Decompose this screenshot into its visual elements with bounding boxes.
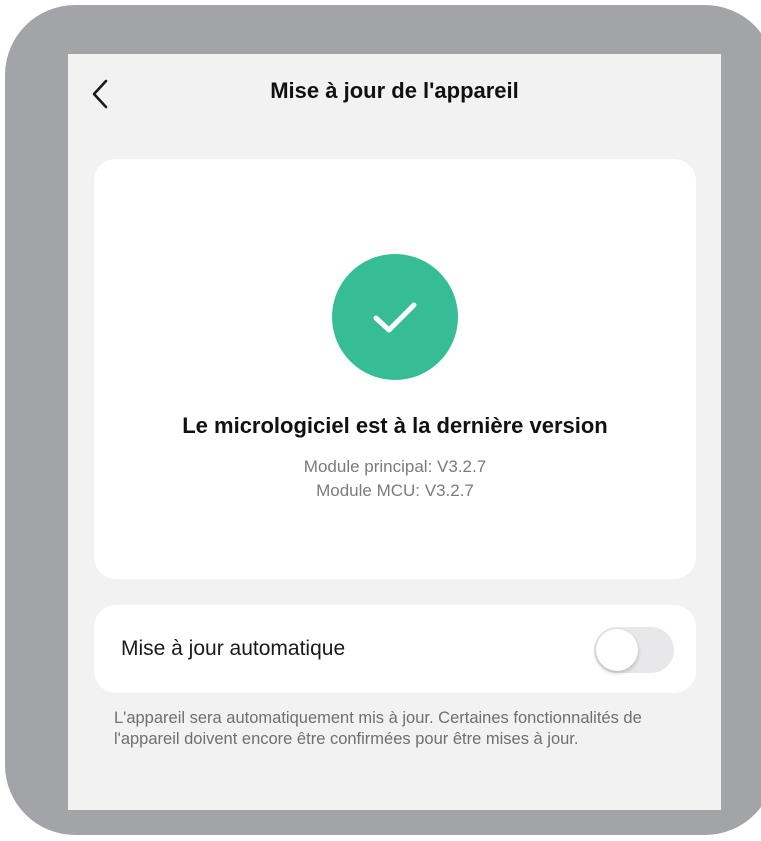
auto-update-description: L'appareil sera automatiquement mis à jo… <box>114 709 642 748</box>
toggle-knob <box>596 629 638 671</box>
page-title: Mise à jour de l'appareil <box>270 78 519 103</box>
header: Mise à jour de l'appareil <box>68 54 721 134</box>
app-screen: Mise à jour de l'appareil Le micrologici… <box>68 54 721 810</box>
success-badge <box>332 254 458 380</box>
auto-update-label: Mise à jour automatique <box>121 637 346 660</box>
auto-update-row: Mise à jour automatique <box>94 605 696 693</box>
device-frame: Mise à jour de l'appareil Le micrologici… <box>5 5 761 835</box>
firmware-status-title: Le micrologiciel est à la dernière versi… <box>182 413 608 438</box>
auto-update-toggle[interactable] <box>594 627 674 673</box>
firmware-status-card: Le micrologiciel est à la dernière versi… <box>94 159 696 579</box>
mcu-module-version: Module MCU: V3.2.7 <box>316 481 474 500</box>
check-icon <box>373 302 417 333</box>
main-module-version: Module principal: V3.2.7 <box>303 457 487 476</box>
